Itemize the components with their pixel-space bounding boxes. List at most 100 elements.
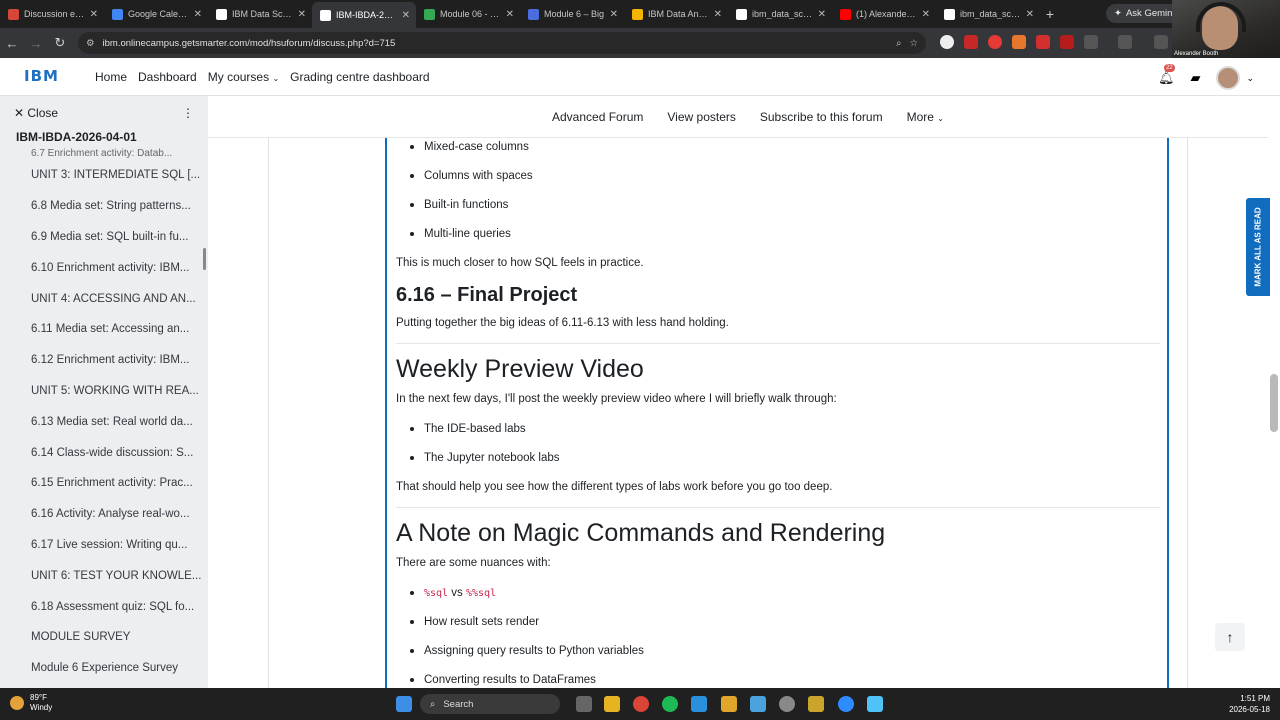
new-tab-button[interactable]: + — [1040, 6, 1060, 22]
notifications-bell-icon[interactable]: 🔔︎ 22 — [1158, 64, 1175, 86]
browser-toolbar: ← → ↻ ⚙ ibm.onlinecampus.getsmarter.com/… — [0, 28, 1172, 58]
chrome-icon[interactable] — [633, 696, 649, 712]
kebab-menu-icon[interactable]: ⋮ — [182, 106, 194, 120]
nav-grading-centre[interactable]: Grading centre dashboard — [290, 70, 429, 84]
vscode-icon[interactable] — [691, 696, 707, 712]
tab-close-icon[interactable]: ✕ — [298, 9, 306, 20]
weather-widget[interactable]: 89°F Windy — [10, 693, 52, 713]
user-menu[interactable]: ⌄ — [1216, 66, 1254, 90]
nav-dashboard[interactable]: Dashboard — [138, 70, 197, 84]
back-icon[interactable]: ← — [0, 36, 24, 51]
browser-tab[interactable]: ibm_data_scien ✕ — [936, 2, 1040, 26]
tab-favicon-icon — [112, 8, 123, 20]
browser-tab[interactable]: Google Calenda ✕ — [104, 2, 208, 26]
browser-tab[interactable]: IBM Data Scien ✕ — [208, 2, 312, 26]
messages-icon[interactable]: ▰ — [1190, 70, 1200, 86]
subscribe-forum-link[interactable]: Subscribe to this forum — [760, 110, 883, 124]
drawer-item[interactable]: 6.11 Media set: Accessing an... — [0, 314, 208, 345]
notepad-icon[interactable] — [867, 696, 883, 712]
zoom-app-icon[interactable] — [838, 696, 854, 712]
tab-close-icon[interactable]: ✕ — [506, 9, 514, 20]
tab-close-icon[interactable]: ✕ — [610, 9, 618, 20]
drawer-item[interactable]: UNIT 4: ACCESSING AND AN... — [0, 283, 208, 314]
tab-close-icon[interactable]: ✕ — [1026, 9, 1034, 20]
extensions-puzzle-icon[interactable] — [1084, 35, 1098, 49]
drawer-item[interactable]: Module 6 Experience Survey — [0, 653, 208, 684]
drawer-item[interactable]: 6.12 Enrichment activity: IBM... — [0, 345, 208, 376]
drawer-item[interactable]: MODULE SURVEY — [0, 622, 208, 653]
tab-close-icon[interactable]: ✕ — [922, 9, 930, 20]
extension-icon[interactable] — [940, 35, 954, 49]
drawer-item[interactable]: 6.14 Class-wide discussion: S... — [0, 437, 208, 468]
nav-home[interactable]: Home — [95, 70, 127, 84]
drawer-item[interactable]: 6.10 Enrichment activity: IBM... — [0, 252, 208, 283]
taskbar-search[interactable]: ⌕ Search — [420, 694, 560, 714]
extension-icon[interactable] — [964, 35, 978, 49]
reload-icon[interactable]: ↻ — [48, 35, 72, 51]
address-bar[interactable]: ⚙ ibm.onlinecampus.getsmarter.com/mod/hs… — [78, 32, 926, 54]
more-menu[interactable]: More ⌄ — [907, 110, 944, 124]
browser-tab[interactable]: IBM-IBDA-2026 ✕ — [312, 2, 416, 28]
spotify-icon[interactable] — [662, 696, 678, 712]
drawer-item[interactable]: 6.16 Activity: Analyse real-wo... — [0, 499, 208, 530]
drawer-item[interactable]: 6.8 Media set: String patterns... — [0, 191, 208, 222]
drawer-item[interactable]: UNIT 5: WORKING WITH REA... — [0, 376, 208, 407]
browser-tab[interactable]: Module 06 - Go ✕ — [416, 2, 520, 26]
system-clock[interactable]: 1:51 PM 2026-05-18 — [1229, 693, 1270, 715]
drawer-item[interactable]: UNIT 6: TEST YOUR KNOWLE... — [0, 560, 208, 591]
course-name[interactable]: IBM-IBDA-2026-04-01 — [0, 130, 208, 148]
close-drawer-button[interactable]: ✕ Close — [14, 106, 58, 120]
drawer-item[interactable]: 6.18 Assessment quiz: SQL fo... — [0, 591, 208, 622]
forward-icon[interactable]: → — [24, 36, 48, 51]
browser-tab[interactable]: Module 6 – Big ✕ — [520, 2, 624, 26]
windows-start-icon[interactable] — [396, 696, 412, 712]
task-view-icon[interactable] — [576, 696, 592, 712]
tab-close-icon[interactable]: ✕ — [90, 9, 98, 20]
nav-my-courses[interactable]: My courses ⌄ — [208, 70, 279, 84]
extension-icon[interactable] — [988, 35, 1002, 49]
tab-close-icon[interactable]: ✕ — [714, 9, 722, 20]
mark-all-read-button[interactable]: MARK ALL AS READ — [1246, 198, 1270, 296]
advanced-forum-link[interactable]: Advanced Forum — [552, 110, 643, 124]
tab-close-icon[interactable]: ✕ — [818, 9, 826, 20]
extension-icon[interactable] — [1036, 35, 1050, 49]
drawer-item[interactable]: 6.17 Live session: Writing qu... — [0, 530, 208, 561]
code-sql-cell: %%sql — [466, 588, 497, 599]
browser-tab[interactable]: IBM Data Analy ✕ — [624, 2, 728, 26]
site-info-icon[interactable]: ⚙ — [86, 38, 95, 49]
drawer-item[interactable]: 6.9 Media set: SQL built-in fu... — [0, 222, 208, 253]
cast-icon[interactable] — [1118, 35, 1132, 49]
back-to-top-button[interactable]: ↑ — [1215, 623, 1245, 651]
browser-tab[interactable]: (1) Alexander B ✕ — [832, 2, 936, 26]
ibm-logo[interactable]: IBM — [24, 67, 59, 85]
view-posters-link[interactable]: View posters — [667, 110, 735, 124]
header-user-area: 🔔︎ 22 ▰ ⌄ — [1158, 64, 1254, 90]
browser-tab[interactable]: Discussion eng ✕ — [0, 2, 104, 26]
extension-icon[interactable] — [1060, 35, 1074, 49]
drawer-item[interactable]: UNIT 3: INTERMEDIATE SQL [... — [0, 160, 208, 191]
search-icon: ⌕ — [430, 698, 436, 710]
page-scrollbar[interactable] — [1270, 374, 1278, 432]
drawer-item[interactable]: 6.7 Enrichment activity: Datab... — [0, 148, 208, 160]
tab-close-icon[interactable]: ✕ — [194, 9, 202, 20]
photos-icon[interactable] — [750, 696, 766, 712]
file-explorer-icon[interactable] — [604, 696, 620, 712]
bullet — [410, 427, 414, 431]
drawer-scrollbar[interactable] — [203, 248, 206, 270]
settings-icon[interactable] — [779, 696, 795, 712]
bookmark-star-icon[interactable]: ☆ — [909, 38, 918, 49]
heading-final-project: 6.16 – Final Project — [396, 284, 578, 306]
download-icon[interactable] — [1154, 35, 1168, 49]
extension-icon[interactable] — [1012, 35, 1026, 49]
drawer-item[interactable]: 6.13 Media set: Real world da... — [0, 406, 208, 437]
list-item: Mixed-case columns — [410, 140, 529, 154]
drawer-item[interactable]: 6.15 Enrichment activity: Prac... — [0, 468, 208, 499]
tab-close-icon[interactable]: ✕ — [402, 10, 410, 21]
git-icon[interactable] — [808, 696, 824, 712]
tab-favicon-icon — [632, 8, 643, 20]
zoom-icon[interactable]: ⌕ — [896, 38, 901, 49]
webcam-name: Alexander Booth — [1174, 51, 1219, 57]
browser-tab[interactable]: ibm_data_scien ✕ — [728, 2, 832, 26]
slack-icon[interactable] — [721, 696, 737, 712]
list-item-text: Columns with spaces — [424, 170, 533, 182]
